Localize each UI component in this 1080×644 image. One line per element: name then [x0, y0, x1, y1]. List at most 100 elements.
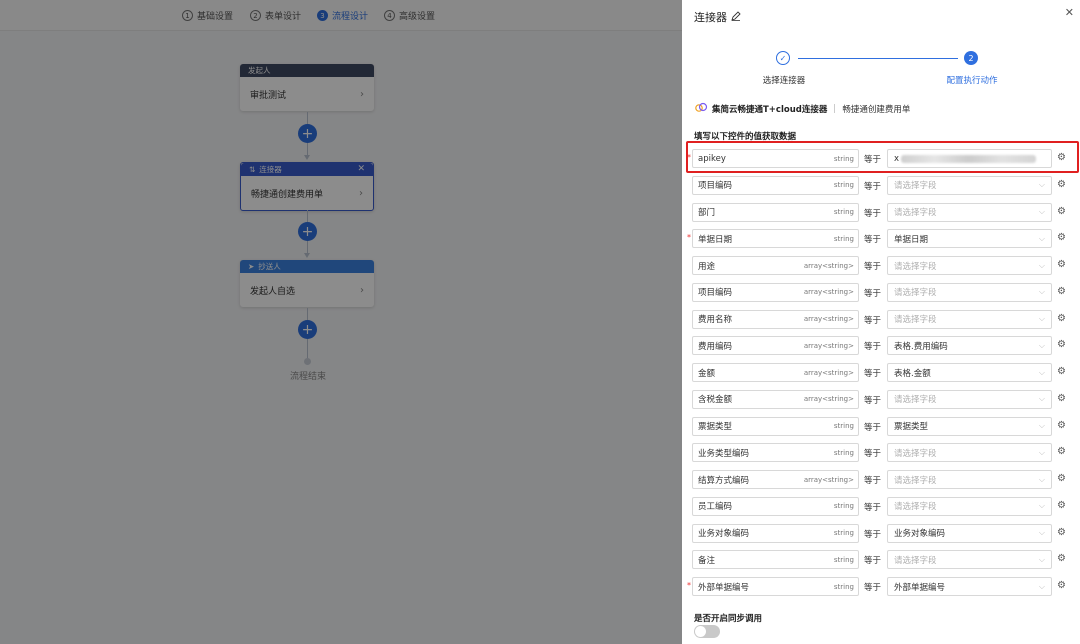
- value-select[interactable]: 业务对象编码 ⌵: [887, 523, 1052, 543]
- field-row: 用途 array<string> 等于 请选择字段 ⌵ ⚙: [682, 252, 1080, 279]
- equals-label: 等于: [864, 181, 882, 192]
- tab-flow-design[interactable]: 3 流程设计: [317, 9, 368, 22]
- value-select[interactable]: 表格.费用编码 ⌵: [887, 336, 1052, 356]
- close-icon[interactable]: ✕: [357, 164, 365, 174]
- field-name-box: 含税金额 array<string>: [692, 389, 859, 409]
- field-type: string: [833, 582, 854, 591]
- gear-icon[interactable]: ⚙: [1057, 420, 1067, 431]
- field-name: 结算方式编码: [698, 475, 750, 486]
- value-select[interactable]: 单据日期 ⌵: [887, 229, 1052, 249]
- gear-icon[interactable]: ⚙: [1057, 500, 1067, 511]
- tab-label: 高级设置: [399, 12, 436, 22]
- field-row: 备注 string 等于 请选择字段 ⌵ ⚙: [682, 546, 1080, 573]
- field-name-box: 部门 string: [692, 202, 859, 222]
- field-type: array<string>: [803, 288, 854, 297]
- gear-icon[interactable]: ⚙: [1057, 367, 1067, 377]
- tab-basic-settings[interactable]: 1 基础设置: [182, 9, 233, 22]
- field-row: 员工编码 string 等于 请选择字段 ⌵ ⚙: [682, 493, 1080, 520]
- field-name: 部门: [698, 208, 716, 218]
- value-select[interactable]: 请选择字段 ⌵: [887, 202, 1052, 222]
- value-select[interactable]: 表格.金额 ⌵: [887, 363, 1052, 382]
- value-select[interactable]: 请选择字段 ⌵: [887, 175, 1052, 195]
- selected-value: 表格.金额: [894, 368, 931, 379]
- flow-node-connector[interactable]: ⇅ 连接器 ✕ 畅捷通创建费用单 ›: [240, 162, 374, 211]
- field-name-box: 备注 string: [692, 550, 859, 570]
- flow-end-dot: [304, 358, 311, 365]
- flow-node-cc[interactable]: ➤ 抄送人 发起人自选 ›: [240, 260, 374, 307]
- gear-icon[interactable]: ⚙: [1057, 260, 1067, 270]
- workspace: 1 基础设置 2 表单设计 3 流程设计 4 高级设置 发起人 审批测试 › +: [0, 0, 682, 644]
- node-body: 畅捷通创建费用单 ›: [241, 176, 373, 210]
- chevron-down-icon: ⌵: [1038, 528, 1045, 537]
- section-title: 填写以下控件的值获取数据: [694, 132, 797, 142]
- masked-value: x: [894, 154, 1037, 164]
- equals-label: 等于: [864, 235, 882, 246]
- gear-icon[interactable]: ⚙: [1057, 340, 1067, 350]
- value-select[interactable]: 请选择字段 ⌵: [887, 443, 1052, 463]
- node-header-label: 抄送人: [258, 262, 281, 271]
- node-header: ⇅ 连接器 ✕: [241, 163, 373, 176]
- value-select[interactable]: 请选择字段 ⌵: [887, 389, 1052, 409]
- add-node-button[interactable]: +: [298, 222, 317, 241]
- action-name: 畅捷通创建费用单: [842, 104, 911, 115]
- field-row: 业务类型编码 string 等于 请选择字段 ⌵ ⚙: [682, 439, 1080, 466]
- tab-form-design[interactable]: 2 表单设计: [250, 9, 301, 22]
- field-row: 含税金额 array<string> 等于 请选择字段 ⌵ ⚙: [682, 386, 1080, 413]
- gear-icon[interactable]: ⚙: [1057, 206, 1067, 217]
- gear-icon[interactable]: ⚙: [1057, 233, 1067, 243]
- tab-label: 流程设计: [332, 12, 369, 22]
- field-name-box: 业务对象编码 string: [692, 523, 859, 543]
- step-number: 2: [964, 51, 978, 65]
- node-body: 发起人自选 ›: [240, 273, 374, 307]
- stepper: ✓ 2 选择连接器 配置执行动作: [682, 50, 1080, 90]
- value-select[interactable]: 外部单据编号 ⌵: [887, 577, 1052, 596]
- field-name-box: 费用名称 array<string>: [692, 309, 859, 329]
- equals-label: 等于: [864, 262, 882, 272]
- value-input[interactable]: x: [887, 149, 1052, 168]
- field-row: 费用编码 array<string> 等于 表格.费用编码 ⌵ ⚙: [682, 332, 1080, 359]
- flow-node-initiator[interactable]: 发起人 审批测试 ›: [240, 64, 374, 111]
- value-select[interactable]: 请选择字段 ⌵: [887, 470, 1052, 489]
- step-label-select-connector[interactable]: 选择连接器: [752, 74, 816, 86]
- equals-label: 等于: [864, 155, 882, 165]
- gear-icon[interactable]: ⚙: [1057, 153, 1067, 163]
- gear-icon[interactable]: ⚙: [1057, 527, 1067, 538]
- gear-icon[interactable]: ⚙: [1057, 313, 1067, 324]
- equals-label: 等于: [864, 288, 882, 299]
- edit-icon[interactable]: [731, 10, 741, 24]
- value-select[interactable]: 请选择字段 ⌵: [887, 309, 1052, 329]
- node-body-label: 审批测试: [250, 90, 287, 101]
- gear-icon[interactable]: ⚙: [1057, 179, 1067, 190]
- field-type: string: [833, 529, 854, 537]
- chevron-down-icon: ⌵: [1038, 233, 1045, 243]
- gear-icon[interactable]: ⚙: [1057, 286, 1067, 297]
- chevron-down-icon: ⌵: [1038, 287, 1045, 297]
- sync-call-toggle[interactable]: [694, 625, 720, 638]
- equals-label: 等于: [864, 315, 882, 326]
- cloud-logo-icon: [694, 102, 708, 115]
- selected-value: 外部单据编号: [894, 582, 946, 593]
- value-select[interactable]: 请选择字段 ⌵: [887, 282, 1052, 302]
- selected-value: 票据类型: [894, 422, 929, 432]
- connector-drawer: 连接器 ✕ ✓ 2 选择连接器 配置执行动作 集简云畅捷通T+cloud连接器 …: [682, 0, 1080, 644]
- divider: [834, 104, 836, 113]
- value-select[interactable]: 请选择字段 ⌵: [887, 496, 1052, 516]
- chevron-down-icon: ⌵: [1038, 180, 1045, 190]
- value-select[interactable]: 请选择字段 ⌵: [887, 550, 1052, 570]
- gear-icon[interactable]: ⚙: [1057, 474, 1067, 484]
- close-icon[interactable]: ✕: [1065, 6, 1074, 19]
- gear-icon[interactable]: ⚙: [1057, 393, 1067, 404]
- field-row: 结算方式编码 array<string> 等于 请选择字段 ⌵ ⚙: [682, 466, 1080, 493]
- value-select[interactable]: 请选择字段 ⌵: [887, 256, 1052, 275]
- select-placeholder: 请选择字段: [894, 315, 937, 325]
- gear-icon[interactable]: ⚙: [1057, 581, 1067, 591]
- value-select[interactable]: 票据类型 ⌵: [887, 416, 1052, 436]
- equals-label: 等于: [864, 208, 882, 219]
- add-node-button[interactable]: +: [298, 124, 317, 143]
- field-name: 单据日期: [698, 234, 733, 245]
- add-node-button[interactable]: +: [298, 320, 317, 339]
- gear-icon[interactable]: ⚙: [1057, 447, 1067, 457]
- design-steps-bar: 1 基础设置 2 表单设计 3 流程设计 4 高级设置: [0, 0, 682, 31]
- tab-advanced-settings[interactable]: 4 高级设置: [384, 9, 435, 22]
- gear-icon[interactable]: ⚙: [1057, 554, 1067, 564]
